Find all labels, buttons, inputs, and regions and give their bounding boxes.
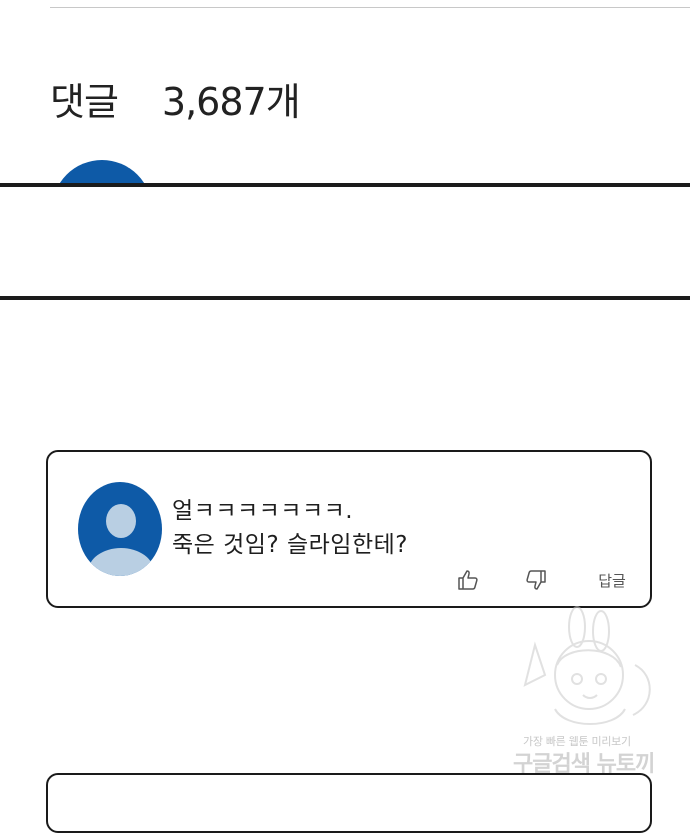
partial-avatar [52,160,152,184]
comment-line: 죽은 것임? 슬라임한테? [172,532,408,558]
avatar-head [106,504,136,538]
reply-button[interactable]: 답글 [592,566,632,594]
comment-actions: 답글 [454,566,634,596]
comment-card: 얼ㅋㅋㅋㅋㅋㅋㅋ. 죽은 것임? 슬라임한테? 답글 [46,450,652,608]
watermark-character-icon [523,606,651,725]
comments-header: 댓글 3,687개 [50,68,301,128]
comments-title: 댓글 [50,79,119,124]
watermark: 가장 빠른 웹툰 미리보기 구글검색 뉴토끼 [505,605,665,777]
top-divider [50,7,690,8]
avatar-icon [52,160,152,184]
comment-text: 얼ㅋㅋㅋㅋㅋㅋㅋ. 죽은 것임? 슬라임한테? [172,494,408,562]
comments-count: 3,687개 [161,79,301,124]
comment-card [46,773,652,833]
panel-border-bottom [0,296,690,300]
avatar-icon[interactable] [78,482,162,576]
like-button[interactable] [454,566,482,594]
thumbs-down-icon [526,570,546,590]
avatar-body [88,548,154,576]
panel-border-top [0,183,690,187]
comment-line: 얼ㅋㅋㅋㅋㅋㅋㅋ. [172,498,354,524]
dislike-button[interactable] [522,566,550,594]
thumbs-up-icon [458,570,478,590]
